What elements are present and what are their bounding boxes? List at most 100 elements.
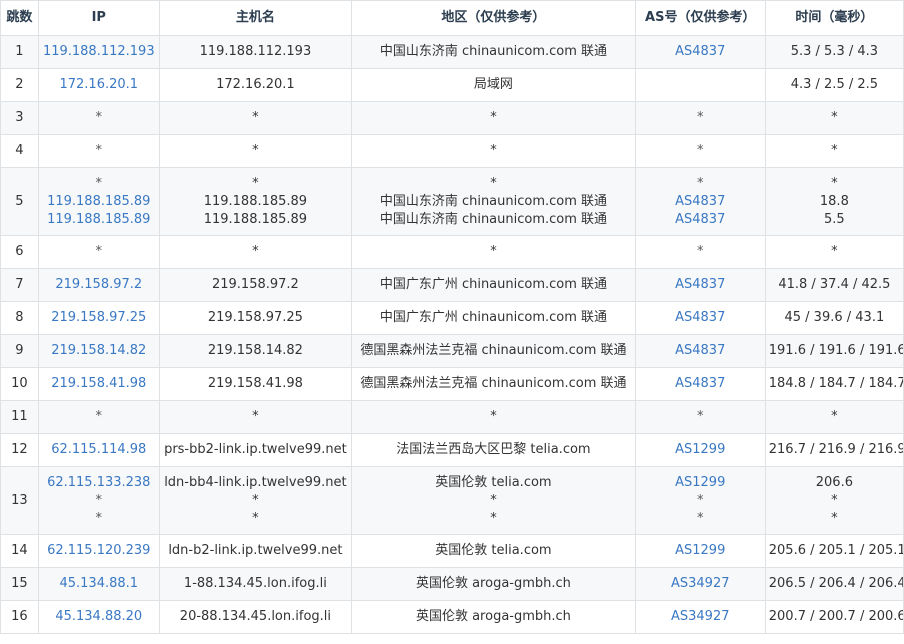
ip-link[interactable]: 219.158.97.25 xyxy=(42,309,156,327)
no-response-marker: * xyxy=(95,492,103,508)
hop-cell: 5 xyxy=(0,167,39,236)
no-response-marker: * xyxy=(95,244,103,259)
ip-link[interactable]: 45.134.88.20 xyxy=(42,608,156,626)
no-response-marker: * xyxy=(252,510,259,526)
no-response-marker: * xyxy=(490,409,497,424)
region-line: 中国山东济南 chinaunicom.com 联通 xyxy=(379,193,608,209)
ip-link[interactable]: 62.115.133.238 xyxy=(42,474,156,492)
host-cell: * xyxy=(158,101,353,135)
host-cell: * xyxy=(158,235,353,269)
asn-link[interactable]: AS34927 xyxy=(639,608,762,626)
column-header-hop[interactable]: 跳数 xyxy=(0,0,39,36)
time-cell: 216.7 / 216.9 / 216.9 xyxy=(764,433,904,467)
asn-link[interactable]: AS4837 xyxy=(639,276,762,294)
ip-link[interactable]: 119.188.112.193 xyxy=(42,43,156,61)
asn-link[interactable]: AS4837 xyxy=(639,375,762,393)
no-response-marker: * xyxy=(490,110,497,125)
region-cell: * xyxy=(351,235,636,269)
asn-link[interactable]: AS4837 xyxy=(639,193,762,211)
time-cell: 206.5 / 206.4 / 206.4 xyxy=(764,567,904,601)
host-cell: 20-88.134.45.lon.ifog.li xyxy=(158,600,353,634)
table-row: 8 219.158.97.25 219.158.97.25 中国广东广州 chinau… xyxy=(0,301,904,335)
time-cell: * xyxy=(764,400,904,434)
hop-cell: 9 xyxy=(0,334,39,368)
ip-cell: 45.134.88.20 xyxy=(37,600,160,634)
hop-cell: 2 xyxy=(0,68,39,102)
ip-cell: * xyxy=(37,101,160,135)
hop-cell: 12 xyxy=(0,433,39,467)
region-cell: 德国黑森州法兰克福 chinaunicom.com 联通 xyxy=(351,367,636,401)
asn-link[interactable]: AS4837 xyxy=(639,342,762,360)
table-row: 2 172.16.20.1 172.16.20.1 局域网 4.3 / 2.5 / 2… xyxy=(0,68,904,102)
ip-link[interactable]: 119.188.185.89 xyxy=(42,211,156,229)
ip-link[interactable]: 62.115.120.239 xyxy=(42,542,156,560)
asn-link[interactable]: AS1299 xyxy=(639,542,762,560)
asn-cell: * xyxy=(634,101,766,135)
ip-cell: 219.158.41.98 xyxy=(37,367,160,401)
time-cell: 4.3 / 2.5 / 2.5 xyxy=(764,68,904,102)
traceroute-table: 跳数 IP 主机名 地区（仅供参考） AS号（仅供参考） 时间（毫秒） 1 119… xyxy=(0,0,904,634)
asn-cell: AS4837 xyxy=(634,334,766,368)
ip-link[interactable]: 119.188.185.89 xyxy=(42,193,156,211)
region-cell: * 中国山东济南 chinaunicom.com 联通 中国山东济南 chinaun… xyxy=(351,167,636,236)
region-line: 中国山东济南 chinaunicom.com 联通 xyxy=(379,211,608,227)
ip-cell: 219.158.14.82 xyxy=(37,334,160,368)
table-row: 6 * * * * * xyxy=(0,235,904,269)
ip-link[interactable]: 172.16.20.1 xyxy=(42,76,156,94)
region-line: 中国山东济南 chinaunicom.com 联通 xyxy=(379,44,608,59)
no-response-marker: * xyxy=(252,175,259,191)
hop-cell: 7 xyxy=(0,268,39,302)
table-row: 15 45.134.88.1 1-88.134.45.lon.ifog.li 英国伦敦… xyxy=(0,567,904,601)
hop-cell: 14 xyxy=(0,534,39,568)
host-line: ldn-b2-link.ip.twelve99.net xyxy=(168,543,343,558)
ip-link[interactable]: 62.115.114.98 xyxy=(42,441,156,459)
column-header-time[interactable]: 时间（毫秒） xyxy=(764,0,904,36)
hop-cell: 15 xyxy=(0,567,39,601)
hop-cell: 11 xyxy=(0,400,39,434)
no-response-marker: * xyxy=(95,175,103,191)
no-response-marker: * xyxy=(696,143,704,158)
asn-cell: * AS4837 AS4837 xyxy=(634,167,766,236)
ip-link[interactable]: 219.158.14.82 xyxy=(42,342,156,360)
table-header-row: 跳数 IP 主机名 地区（仅供参考） AS号（仅供参考） 时间（毫秒） xyxy=(0,0,904,36)
column-header-region[interactable]: 地区（仅供参考） xyxy=(351,0,636,36)
table-row: 10 219.158.41.98 219.158.41.98 德国黑森州法兰克福 ch… xyxy=(0,367,904,401)
region-cell: 德国黑森州法兰克福 chinaunicom.com 联通 xyxy=(351,334,636,368)
no-response-marker: * xyxy=(696,244,704,259)
no-response-marker: * xyxy=(252,244,259,259)
region-line: 中国广东广州 chinaunicom.com 联通 xyxy=(379,277,608,292)
time-line: 184.8 / 184.7 / 184.7 xyxy=(768,376,904,391)
column-header-ip[interactable]: IP xyxy=(37,0,160,36)
time-cell: 206.6 * * xyxy=(764,466,904,535)
host-line: 119.188.185.89 xyxy=(203,211,308,227)
asn-link[interactable]: AS34927 xyxy=(639,575,762,593)
time-line: 206.5 / 206.4 / 206.4 xyxy=(768,576,904,591)
asn-link[interactable]: AS1299 xyxy=(639,474,762,492)
time-cell: 41.8 / 37.4 / 42.5 xyxy=(764,268,904,302)
asn-cell: AS4837 xyxy=(634,268,766,302)
asn-link xyxy=(639,76,762,94)
time-line: 206.6 xyxy=(815,474,853,490)
host-cell: * xyxy=(158,134,353,168)
time-cell: * xyxy=(764,101,904,135)
region-line: 英国伦敦 aroga-gmbh.ch xyxy=(415,609,571,624)
asn-link[interactable]: AS4837 xyxy=(639,309,762,327)
time-line: 205.6 / 205.1 / 205.1 xyxy=(768,543,904,558)
ip-link[interactable]: 219.158.41.98 xyxy=(42,375,156,393)
table-row: 11 * * * * * xyxy=(0,400,904,434)
host-cell: 1-88.134.45.lon.ifog.li xyxy=(158,567,353,601)
asn-link[interactable]: AS4837 xyxy=(639,43,762,61)
host-cell: 219.158.97.25 xyxy=(158,301,353,335)
host-line: 20-88.134.45.lon.ifog.li xyxy=(179,609,332,624)
table-row: 9 219.158.14.82 219.158.14.82 德国黑森州法兰克福 chi… xyxy=(0,334,904,368)
asn-link[interactable]: AS1299 xyxy=(639,441,762,459)
ip-link[interactable]: 45.134.88.1 xyxy=(42,575,156,593)
column-header-host[interactable]: 主机名 xyxy=(158,0,353,36)
column-header-asn[interactable]: AS号（仅供参考） xyxy=(634,0,766,36)
region-line: 德国黑森州法兰克福 chinaunicom.com 联通 xyxy=(360,343,627,358)
asn-cell: * xyxy=(634,400,766,434)
ip-link[interactable]: 219.158.97.2 xyxy=(42,276,156,294)
asn-cell: AS34927 xyxy=(634,567,766,601)
asn-link[interactable]: AS4837 xyxy=(639,211,762,229)
region-line: 英国伦敦 telia.com xyxy=(435,474,552,490)
